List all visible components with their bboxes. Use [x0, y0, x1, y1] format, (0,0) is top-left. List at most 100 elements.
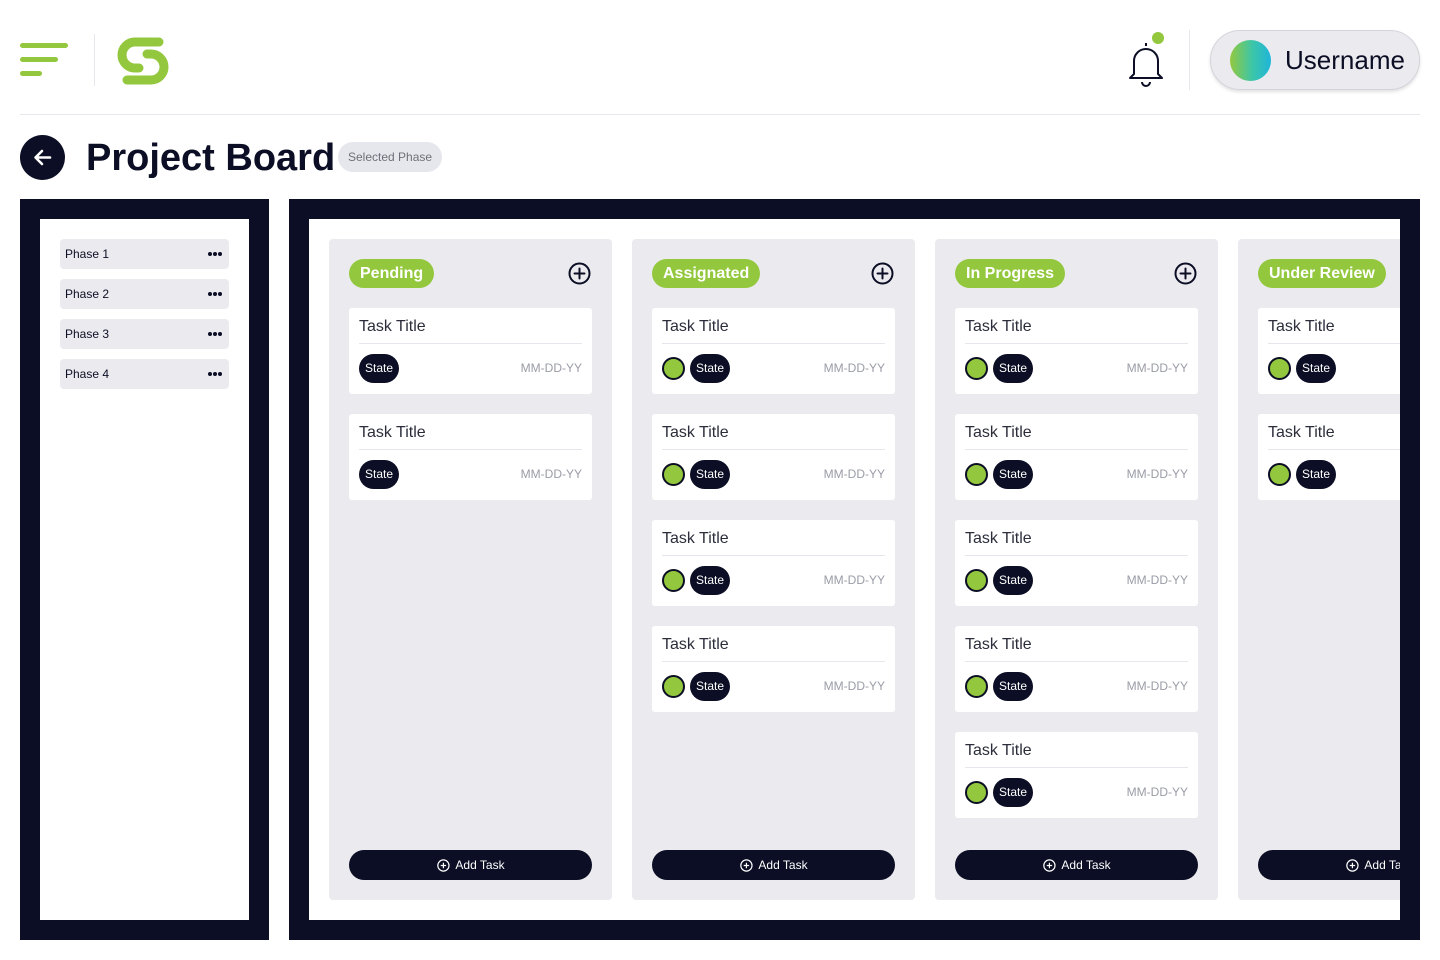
task-state-badge: State [993, 566, 1034, 595]
assignee-dot [662, 675, 685, 698]
task-date: MM-DD-YY [823, 361, 885, 375]
task-title: Task Title [1268, 424, 1335, 441]
column-in-progress: In Progress Task Title State MM-DD-YY Task T… [935, 239, 1218, 900]
column-pending: Pending Task Title State MM-DD-YY Task Title… [329, 239, 612, 900]
task-title: Task Title [662, 636, 729, 653]
add-circle-icon[interactable] [1174, 262, 1197, 285]
add-task-button[interactable]: Add Task [349, 850, 592, 880]
phase-label: Phase 2 [65, 287, 110, 301]
add-task-label: Add Task [455, 858, 505, 872]
task-date: MM-DD-YY [823, 573, 885, 587]
more-options-icon[interactable] [208, 292, 222, 296]
column-title: Assignated [652, 259, 761, 288]
task-title: Task Title [662, 530, 729, 547]
phase-label: Phase 3 [65, 327, 110, 341]
user-menu-button[interactable]: Username [1210, 30, 1420, 90]
task-divider [965, 555, 1188, 556]
task-card[interactable]: Task TitleStateMM-DD-YY [349, 414, 592, 500]
task-date: MM-DD-YY [1126, 361, 1188, 375]
task-divider [965, 343, 1188, 344]
task-date: MM-DD-YY [520, 361, 582, 375]
more-options-icon[interactable] [208, 372, 222, 376]
task-state-badge: State [690, 672, 731, 701]
task-title: Task Title [965, 636, 1032, 653]
task-card[interactable]: Task Title State MM-DD-YY [955, 308, 1198, 394]
column-assignated: Assignated Task Title State MM-DD-YY Task Ti… [632, 239, 915, 900]
task-card[interactable]: Task TitleStateMM-DD-YY [349, 308, 592, 394]
assignee-dot [965, 463, 988, 486]
task-divider [965, 661, 1188, 662]
assignee-dot [1268, 357, 1291, 380]
phase-sidebar: Phase 1 Phase 2 Phase 3 Phase 4 [20, 199, 269, 940]
task-divider [965, 767, 1188, 768]
task-card[interactable]: Task TitleStateMM-DD-YY [1258, 414, 1400, 500]
task-card[interactable]: Task TitleStateMM-DD-YY [955, 626, 1198, 712]
task-date: MM-DD-YY [1126, 467, 1188, 481]
task-state-badge: State [690, 354, 731, 383]
task-state-badge: State [690, 460, 731, 489]
back-button[interactable] [20, 135, 65, 180]
column-title: Pending [349, 259, 435, 288]
phase-item[interactable]: Phase 3 [60, 319, 229, 349]
task-card[interactable]: Task TitleStateMM-DD-YY [652, 626, 895, 712]
assignee-dot [965, 569, 988, 592]
task-divider [1268, 343, 1400, 344]
task-state-badge: State [993, 460, 1034, 489]
task-card[interactable]: Task Title State MM-DD-YY [955, 414, 1198, 500]
assignee-dot [1268, 463, 1291, 486]
task-card[interactable]: Task TitleStateMM-DD-YY [652, 520, 895, 606]
add-task-button[interactable]: Add Task [955, 850, 1198, 880]
task-title: Task Title [662, 318, 729, 335]
add-circle-icon[interactable] [568, 262, 591, 285]
task-divider [662, 661, 885, 662]
task-title: Task Title [1268, 318, 1335, 335]
add-task-label: Add Task [1061, 858, 1111, 872]
task-state-badge: State [1296, 354, 1337, 383]
plus-circle-icon [1042, 858, 1061, 872]
hamburger-menu-icon[interactable] [20, 43, 68, 77]
task-card[interactable]: Task TitleStateMM-DD-YY [955, 520, 1198, 606]
add-task-content: Add Task [436, 858, 505, 872]
add-task-button[interactable]: Add Task [652, 850, 895, 880]
add-circle-icon[interactable] [871, 262, 894, 285]
phase-label: Phase 1 [65, 247, 110, 261]
task-title: Task Title [662, 424, 729, 441]
plus-circle-icon [436, 858, 455, 872]
assignee-dot [965, 675, 988, 698]
add-task-content: Add Task [1042, 858, 1111, 872]
phase-item[interactable]: Phase 2 [60, 279, 229, 309]
task-title: Task Title [965, 424, 1032, 441]
brand-logo[interactable] [115, 33, 171, 89]
assignee-dot [662, 569, 685, 592]
task-state-badge: State [993, 354, 1034, 383]
phase-item[interactable]: Phase 4 [60, 359, 229, 389]
assignee-dot [662, 463, 685, 486]
task-divider [359, 449, 582, 450]
avatar [1230, 40, 1271, 81]
task-card[interactable]: Task TitleStateMM-DD-YY [955, 732, 1198, 818]
page-title: Project Board [86, 137, 336, 179]
plus-circle-icon [739, 858, 758, 872]
selected-phase-badge: Selected Phase [338, 142, 443, 172]
task-state-badge: State [359, 354, 400, 383]
column-title: Under Review [1258, 259, 1386, 288]
phase-item[interactable]: Phase 1 [60, 239, 229, 269]
task-divider [359, 343, 582, 344]
add-task-button[interactable]: Add Task [1258, 850, 1400, 880]
task-card[interactable]: Task TitleStateMM-DD-YY [652, 414, 895, 500]
more-options-icon[interactable] [208, 252, 222, 256]
task-title: Task Title [965, 318, 1032, 335]
task-card[interactable]: Task TitleStateMM-DD-YY [1258, 308, 1400, 394]
phase-label: Phase 4 [65, 367, 110, 381]
task-divider [1268, 449, 1400, 450]
task-divider [662, 555, 885, 556]
notification-dot [1152, 32, 1164, 44]
plus-circle-icon [1345, 858, 1364, 872]
task-card[interactable]: Task Title State MM-DD-YY [652, 308, 895, 394]
bell-icon[interactable] [1126, 38, 1166, 88]
task-date: MM-DD-YY [520, 467, 582, 481]
top-header: Username [20, 0, 1420, 115]
task-date: MM-DD-YY [1126, 679, 1188, 693]
task-title: Task Title [965, 742, 1032, 759]
more-options-icon[interactable] [208, 332, 222, 336]
